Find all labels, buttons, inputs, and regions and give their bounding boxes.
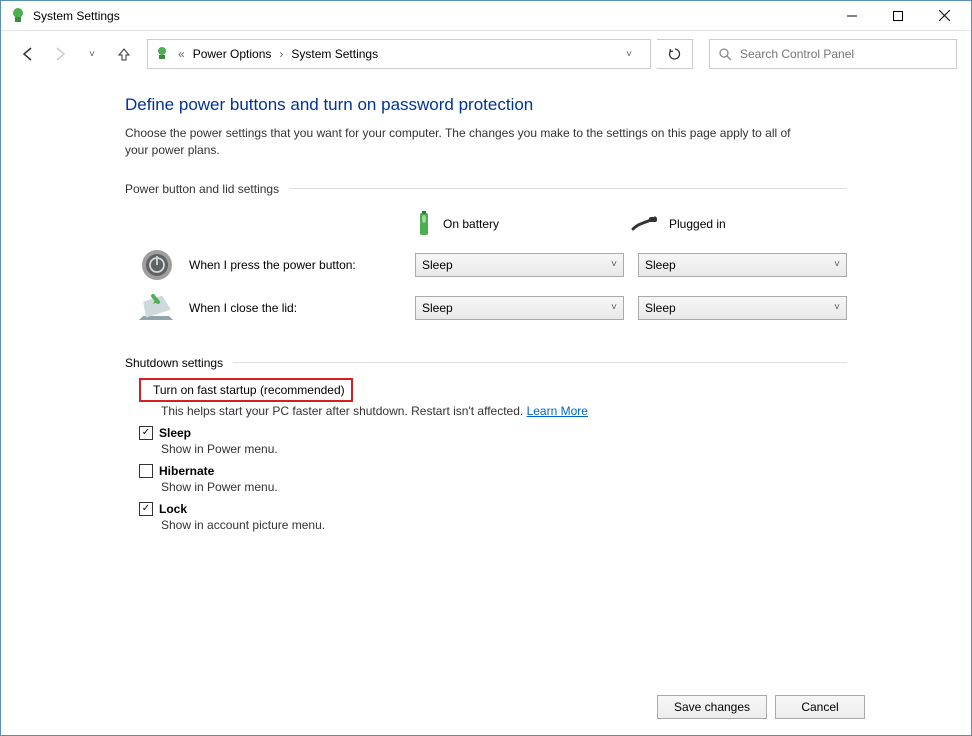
chevron-down-icon: ˅	[834, 259, 840, 270]
section-heading-shutdown: Shutdown settings	[125, 356, 847, 370]
select-value: Sleep	[422, 258, 453, 272]
section-heading-label: Power button and lid settings	[125, 182, 279, 196]
row-label: When I press the power button:	[189, 258, 415, 272]
checkbox-hibernate[interactable]	[139, 464, 153, 478]
col-label: On battery	[443, 217, 499, 231]
maximize-button[interactable]	[875, 2, 921, 30]
checkbox-subtext: Show in Power menu.	[139, 442, 847, 456]
content-area: Define power buttons and turn on passwor…	[1, 77, 971, 532]
shutdown-item-sleep: ✓ Sleep Show in Power menu.	[125, 426, 847, 456]
select-lid-plugged[interactable]: Sleep ˅	[638, 296, 847, 320]
select-value: Sleep	[645, 258, 676, 272]
select-power-battery[interactable]: Sleep ˅	[415, 253, 624, 277]
search-icon	[718, 47, 732, 61]
up-button[interactable]	[111, 41, 137, 67]
col-label: Plugged in	[669, 217, 726, 231]
chevron-left-icon: «	[178, 47, 185, 61]
column-headers: On battery Plugged in	[125, 210, 847, 238]
page-title: Define power buttons and turn on passwor…	[125, 95, 847, 115]
toolbar: ˅ « Power Options › System Settings ˅	[1, 31, 971, 77]
divider	[289, 188, 847, 189]
cancel-button[interactable]: Cancel	[775, 695, 865, 719]
row-lid: When I close the lid: Sleep ˅ Sleep ˅	[125, 294, 847, 322]
checkbox-subtext: This helps start your PC faster after sh…	[139, 404, 847, 418]
footer-buttons: Save changes Cancel	[657, 695, 865, 719]
address-dropdown[interactable]: ˅	[614, 40, 644, 68]
select-value: Sleep	[645, 301, 676, 315]
page-description: Choose the power settings that you want …	[125, 125, 805, 160]
breadcrumb-label: System Settings	[291, 47, 378, 61]
row-label: When I close the lid:	[189, 301, 415, 315]
checkbox-label: Sleep	[159, 426, 191, 440]
breadcrumb-item[interactable]: System Settings	[291, 47, 378, 61]
checkbox-lock[interactable]: ✓	[139, 502, 153, 516]
checkbox-label: Lock	[159, 502, 187, 516]
save-button[interactable]: Save changes	[657, 695, 767, 719]
row-power-button: When I press the power button: Sleep ˅ S…	[125, 248, 847, 282]
section-heading-power: Power button and lid settings	[125, 182, 847, 196]
window-title: System Settings	[33, 9, 829, 23]
back-button[interactable]	[15, 41, 41, 67]
shutdown-item-hibernate: Hibernate Show in Power menu.	[125, 464, 847, 494]
select-value: Sleep	[422, 301, 453, 315]
chevron-down-icon: ˅	[611, 259, 617, 270]
breadcrumb-label: Power Options	[193, 47, 272, 61]
select-lid-battery[interactable]: Sleep ˅	[415, 296, 624, 320]
address-bar[interactable]: « Power Options › System Settings ˅	[147, 39, 651, 69]
shutdown-item-faststartup: Turn on fast startup (recommended) This …	[125, 378, 847, 418]
shutdown-item-lock: ✓ Lock Show in account picture menu.	[125, 502, 847, 532]
chevron-right-icon: ›	[279, 47, 283, 61]
checkbox-subtext: Show in account picture menu.	[139, 518, 847, 532]
breadcrumb-item[interactable]: Power Options ›	[193, 47, 284, 61]
lid-icon	[139, 294, 175, 322]
power-button-icon	[140, 248, 174, 282]
forward-button[interactable]	[47, 41, 73, 67]
close-button[interactable]	[921, 2, 967, 30]
recent-button[interactable]: ˅	[79, 41, 105, 67]
checkbox-sleep[interactable]: ✓	[139, 426, 153, 440]
plug-icon	[631, 215, 659, 233]
control-panel-icon	[154, 46, 170, 62]
checkbox-label: Turn on fast startup (recommended)	[153, 383, 345, 397]
search-box[interactable]	[709, 39, 957, 69]
checkbox-subtext: Show in Power menu.	[139, 480, 847, 494]
col-battery: On battery	[415, 210, 631, 238]
select-power-plugged[interactable]: Sleep ˅	[638, 253, 847, 277]
chevron-down-icon: ˅	[834, 302, 840, 313]
app-icon	[9, 7, 27, 25]
minimize-button[interactable]	[829, 2, 875, 30]
search-input[interactable]	[740, 47, 948, 61]
refresh-button[interactable]	[657, 39, 693, 69]
col-plugged: Plugged in	[631, 210, 847, 238]
divider	[233, 362, 847, 363]
titlebar: System Settings	[1, 1, 971, 31]
checkbox-label: Hibernate	[159, 464, 214, 478]
battery-icon	[415, 210, 433, 238]
section-heading-label: Shutdown settings	[125, 356, 223, 370]
chevron-down-icon: ˅	[611, 302, 617, 313]
learn-more-link[interactable]: Learn More	[527, 404, 588, 418]
highlight-box: Turn on fast startup (recommended)	[139, 378, 353, 402]
